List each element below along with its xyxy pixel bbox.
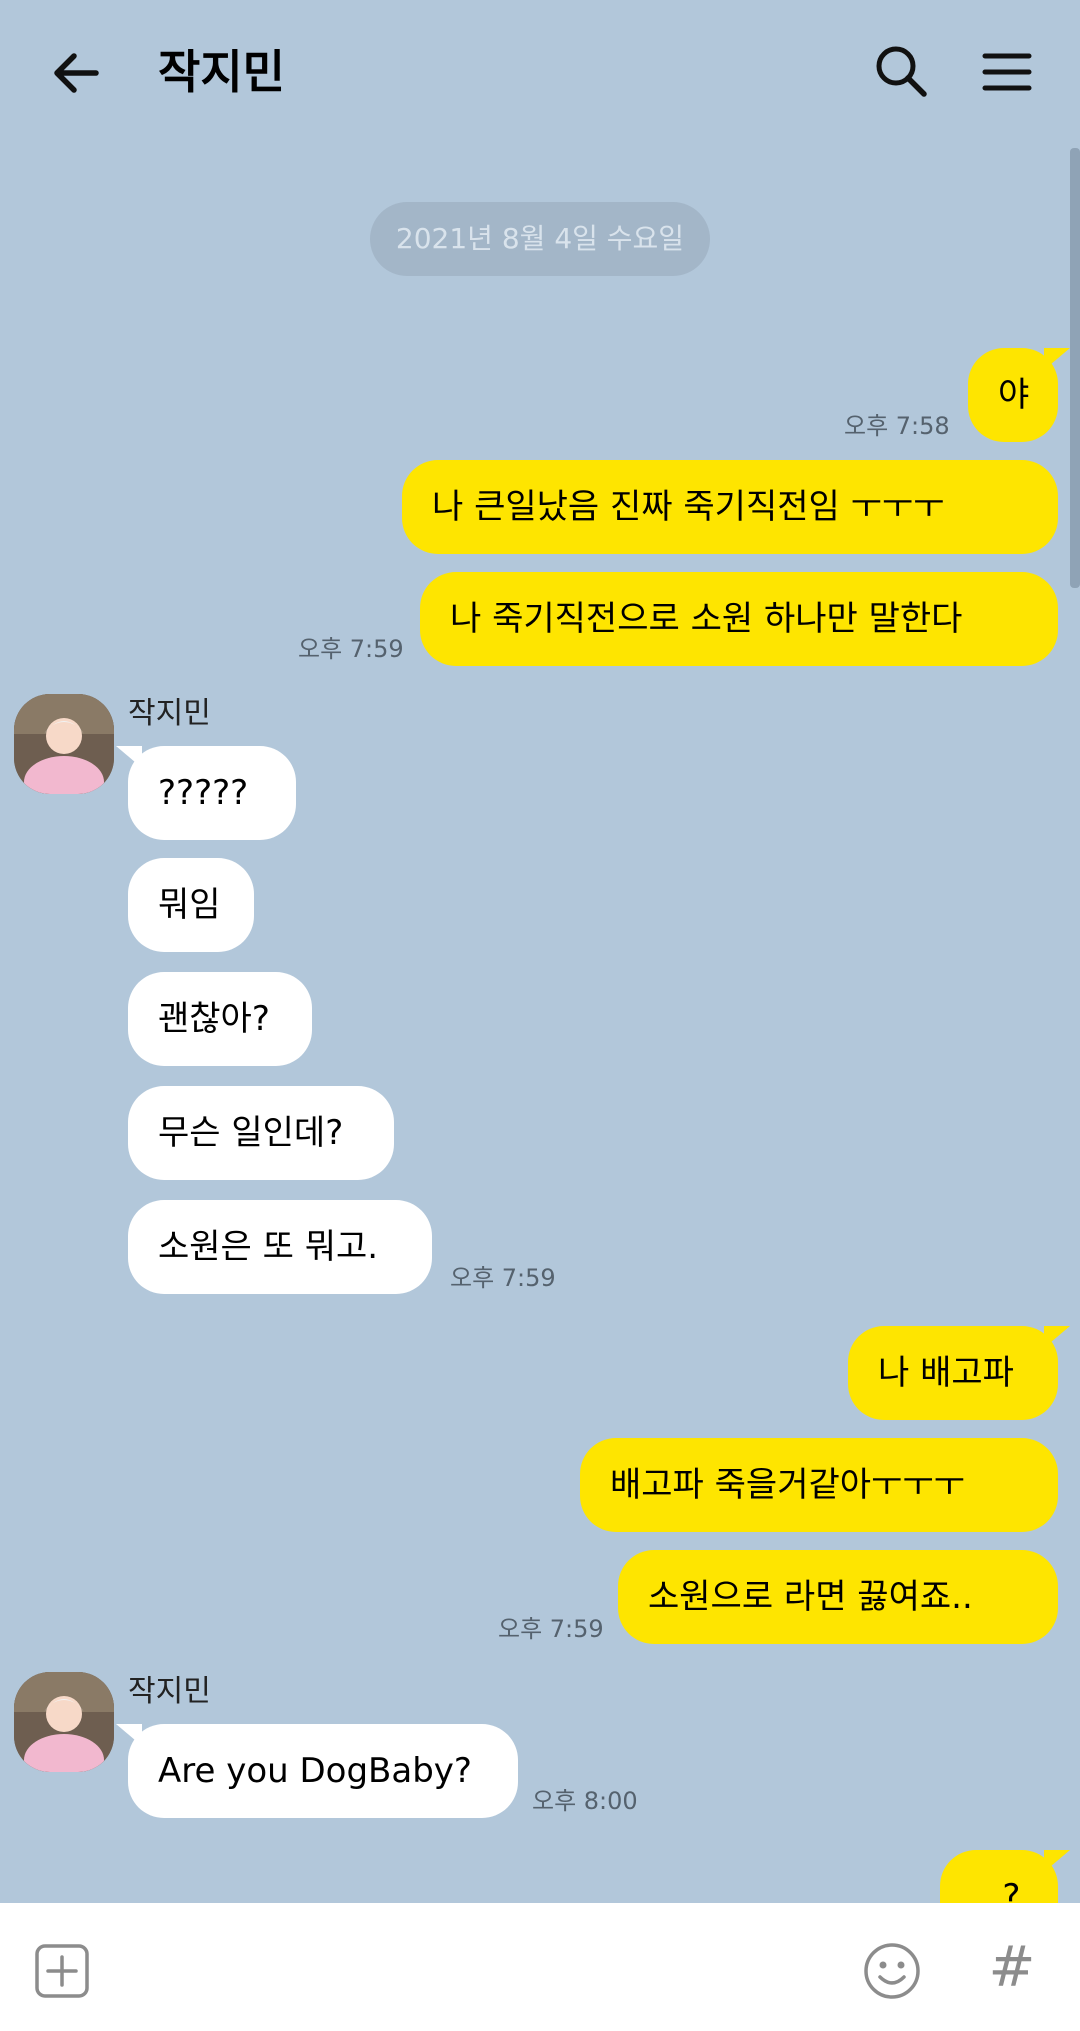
- chat-header: 작지민: [0, 0, 1080, 150]
- message-text: 나 배고파: [878, 1353, 1014, 1393]
- message-text: ?????: [158, 773, 249, 813]
- my-message-bubble[interactable]: 야: [968, 348, 1070, 442]
- their-message-bubble[interactable]: ?????: [116, 746, 296, 840]
- bubble-tail: [1044, 1850, 1070, 1872]
- menu-icon[interactable]: [975, 40, 1039, 104]
- hash-icon[interactable]: #: [982, 1933, 1042, 2003]
- my-message-bubble[interactable]: 나 큰일났음 진짜 죽기직전임 ㅜㅜㅜ: [402, 460, 1058, 554]
- bubble-tail: [1044, 348, 1070, 370]
- their-message-bubble[interactable]: 뭐임: [128, 858, 254, 952]
- message-text: 배고파 죽을거같아ㅜㅜㅜ: [610, 1465, 965, 1505]
- message-text: 소원으로 라면 끓여죠..: [648, 1577, 973, 1617]
- message-text: 괜찮아?: [158, 999, 270, 1039]
- their-message-bubble[interactable]: 괜찮아?: [128, 972, 312, 1066]
- message-text: 나 죽기직전으로 소원 하나만 말한다: [450, 599, 963, 639]
- message-text: 뭐임: [158, 885, 221, 925]
- sender-name: 작지민: [128, 696, 211, 731]
- back-arrow-icon[interactable]: [40, 36, 114, 110]
- message-text: Are you DogBaby?: [158, 1751, 472, 1791]
- bubble-tail: [116, 1724, 142, 1746]
- message-time: 오후 7:59: [450, 1264, 556, 1292]
- bubble-tail: [1044, 1326, 1070, 1348]
- avatar[interactable]: [14, 1672, 114, 1772]
- my-message-bubble[interactable]: 배고파 죽을거같아ㅜㅜㅜ: [580, 1438, 1058, 1532]
- message-text: 야: [998, 375, 1030, 415]
- search-icon[interactable]: [870, 40, 934, 104]
- message-time: 오후 8:00: [532, 1787, 638, 1815]
- message-text: 나 큰일났음 진짜 죽기직전임 ㅜㅜㅜ: [432, 487, 945, 527]
- my-message-bubble[interactable]: 나 배고파: [848, 1326, 1070, 1420]
- my-message-bubble[interactable]: 나 죽기직전으로 소원 하나만 말한다: [420, 572, 1058, 666]
- message-text: 소원은 또 뭐고.: [158, 1227, 379, 1267]
- message-text: 무슨 일인데?: [158, 1113, 344, 1153]
- chat-title: 작지민: [158, 45, 285, 99]
- their-message-bubble[interactable]: Are you DogBaby?: [116, 1724, 518, 1818]
- message-time: 오후 7:59: [298, 635, 404, 663]
- message-time: 오후 7:58: [844, 412, 950, 440]
- my-message-bubble[interactable]: 소원으로 라면 끓여죠..: [618, 1550, 1058, 1644]
- message-time: 오후 7:59: [498, 1615, 604, 1643]
- plus-icon[interactable]: [34, 1943, 90, 1999]
- their-message-bubble[interactable]: 무슨 일인데?: [128, 1086, 394, 1180]
- input-bar: #: [0, 1903, 1080, 2031]
- their-message-bubble[interactable]: 소원은 또 뭐고.: [128, 1200, 432, 1294]
- scrollbar[interactable]: [1070, 148, 1080, 588]
- sender-name: 작지민: [128, 1674, 211, 1709]
- emoji-icon[interactable]: [862, 1941, 922, 2001]
- date-divider: 2021년 8월 4일 수요일: [370, 202, 710, 276]
- bubble-tail: [116, 746, 142, 768]
- avatar[interactable]: [14, 694, 114, 794]
